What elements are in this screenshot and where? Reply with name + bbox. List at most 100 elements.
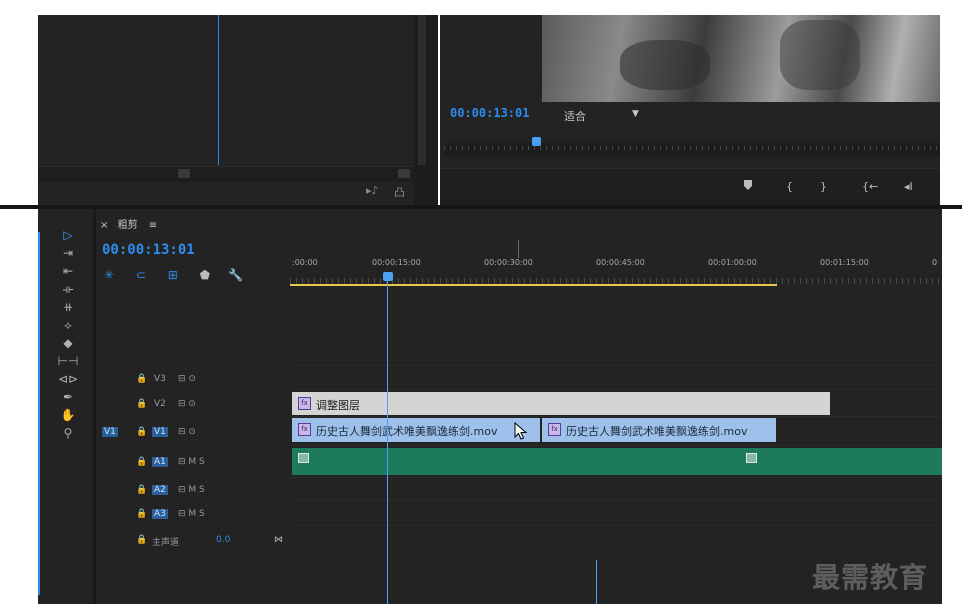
zoom-tool-icon[interactable]: ⚲ bbox=[51, 426, 85, 443]
step-back-icon[interactable]: ◂I bbox=[904, 180, 913, 193]
track-toggles[interactable]: ⊟ ⊙ bbox=[178, 374, 196, 384]
track-name[interactable]: A3 bbox=[152, 509, 168, 519]
ruler-label: 00:00:15:00 bbox=[372, 258, 421, 267]
rolling-edit-tool-icon[interactable]: ⟛ bbox=[51, 282, 85, 299]
track-name[interactable]: A2 bbox=[152, 485, 168, 495]
source-scrollbar-thumb[interactable] bbox=[178, 169, 190, 178]
clip-label: 调整图层 bbox=[316, 399, 360, 412]
marker-icon[interactable]: ⬟ bbox=[200, 268, 210, 282]
go-to-in-icon[interactable]: {← bbox=[862, 180, 878, 193]
track-header-master[interactable]: 🔒 主声道 0.0 ⋈ bbox=[96, 531, 290, 551]
slide-tool-alt-icon[interactable]: ⊲⊳ bbox=[51, 372, 85, 389]
lock-icon[interactable]: 🔒 bbox=[136, 509, 147, 519]
program-video-frame bbox=[542, 15, 940, 102]
selection-tool-icon[interactable]: ▷ bbox=[51, 228, 85, 245]
mouse-cursor-icon bbox=[514, 421, 528, 443]
tools-panel-focus-line bbox=[38, 232, 40, 595]
program-ruler-ticks bbox=[444, 146, 940, 150]
pen-tool-icon[interactable]: ✒ bbox=[51, 390, 85, 407]
clip-label: 历史古人舞剑武术唯美飘逸练剑.mov bbox=[316, 425, 498, 438]
mark-in-icon[interactable]: { bbox=[786, 180, 793, 193]
adjustment-layer-clip[interactable]: fx 调整图层 bbox=[292, 392, 830, 415]
ripple-edit-tool-icon[interactable]: ⇤ bbox=[51, 264, 85, 281]
fx-badge-icon: fx bbox=[548, 423, 561, 436]
track-header-a2[interactable]: 🔒 A2 ⊟ M S bbox=[96, 481, 290, 501]
close-icon[interactable]: × bbox=[100, 220, 108, 231]
track-name[interactable]: V2 bbox=[154, 399, 166, 409]
end-icon[interactable]: ⋈ bbox=[274, 535, 283, 545]
ruler-label: 00:01:15:00 bbox=[820, 258, 869, 267]
lock-icon[interactable]: 🔒 bbox=[136, 427, 147, 437]
track-header-a3[interactable]: 🔒 A3 ⊟ M S bbox=[96, 505, 290, 525]
timeline-timecode[interactable]: 00:00:13:01 bbox=[102, 242, 195, 258]
slip-tool-icon[interactable]: ◆ bbox=[51, 336, 85, 353]
source-playhead-line bbox=[218, 15, 219, 165]
add-edit-icon[interactable]: ⊞ bbox=[168, 268, 178, 282]
master-volume-value[interactable]: 0.0 bbox=[216, 535, 230, 545]
track-header-v2[interactable]: 🔒 V2 ⊟ ⊙ bbox=[96, 395, 290, 415]
fx-badge-icon: fx bbox=[298, 423, 311, 436]
audio-fx-badge-icon bbox=[298, 453, 309, 463]
source-scrollbar-thumb-right[interactable] bbox=[398, 169, 410, 178]
video-shape bbox=[620, 40, 710, 90]
ruler-label: 00:00:30:00 bbox=[484, 258, 533, 267]
video-shape bbox=[780, 20, 860, 90]
track-toggles[interactable]: ⊟ ⊙ bbox=[178, 399, 196, 409]
add-marker-icon[interactable] bbox=[744, 180, 752, 190]
rate-stretch-tool-icon[interactable]: ⧺ bbox=[51, 300, 85, 317]
track-toggles[interactable]: ⊟ M S bbox=[178, 509, 205, 519]
insert-icon[interactable]: 凸 bbox=[394, 184, 405, 200]
track-toggles[interactable]: ⊟ M S bbox=[178, 485, 205, 495]
work-area-bar[interactable] bbox=[290, 284, 777, 286]
panel-divider-grip bbox=[418, 15, 426, 165]
mark-out-icon[interactable]: } bbox=[820, 180, 827, 193]
track-header-v1[interactable]: V1 🔒 V1 ⊟ ⊙ bbox=[96, 423, 290, 443]
track-select-tool-icon[interactable]: ⇥ bbox=[51, 246, 85, 263]
track-name[interactable]: A1 bbox=[152, 457, 168, 467]
ruler-label: 00:01:00:00 bbox=[708, 258, 757, 267]
timeline-toolbar: ✳ ⊂ ⊞ ⬟ 🔧 bbox=[104, 268, 243, 282]
fit-dropdown[interactable]: 适合 bbox=[564, 108, 586, 124]
edit-line bbox=[596, 560, 597, 604]
audio-clip[interactable] bbox=[292, 448, 942, 475]
timeline-tab[interactable]: × 粗剪 ≡ bbox=[100, 216, 157, 231]
watermark: 最需教育 bbox=[812, 561, 929, 594]
clip-label: 历史古人舞剑武术唯美飘逸练剑.mov bbox=[566, 425, 748, 438]
timeline-playhead[interactable] bbox=[383, 272, 393, 281]
source-scrollbar[interactable] bbox=[38, 166, 432, 182]
track-name[interactable]: V1 bbox=[152, 427, 168, 437]
export-frame-icon[interactable]: ▸♪ bbox=[366, 184, 379, 197]
track-name[interactable]: V3 bbox=[154, 374, 166, 384]
video-clip-2[interactable]: fx 历史古人舞剑武术唯美飘逸练剑.mov bbox=[542, 418, 776, 442]
track-header-v3[interactable]: 🔒 V3 ⊟ ⊙ bbox=[96, 370, 290, 390]
track-toggles[interactable]: ⊟ M S bbox=[178, 457, 205, 467]
ruler-label: :00:00 bbox=[292, 258, 318, 267]
lock-icon[interactable]: 🔒 bbox=[136, 535, 147, 545]
lock-icon[interactable]: 🔒 bbox=[136, 457, 147, 467]
timeline-playhead-line bbox=[387, 281, 388, 604]
ruler-label: 0 bbox=[932, 258, 938, 267]
track-header-a1[interactable]: 🔒 A1 ⊟ M S bbox=[96, 453, 290, 473]
lock-icon[interactable]: 🔒 bbox=[136, 399, 147, 409]
hand-tool-icon[interactable]: ✋ bbox=[51, 408, 85, 425]
program-playhead[interactable] bbox=[532, 137, 541, 146]
program-timecode[interactable]: 00:00:13:01 bbox=[450, 106, 529, 120]
master-track-label: 主声道 bbox=[152, 538, 180, 548]
wrench-icon[interactable]: 🔧 bbox=[228, 268, 243, 282]
snap-icon[interactable]: ✳ bbox=[104, 268, 114, 282]
panel-menu-icon[interactable]: ≡ bbox=[149, 220, 157, 231]
ruler-label: 00:00:45:00 bbox=[596, 258, 645, 267]
source-patch-v1[interactable]: V1 bbox=[102, 427, 118, 437]
linked-selection-icon[interactable]: ⊂ bbox=[136, 268, 146, 282]
slide-tool-icon[interactable]: ⊢⊣ bbox=[51, 354, 85, 371]
chevron-down-icon[interactable]: ▼ bbox=[632, 109, 639, 119]
video-clip-1[interactable]: fx 历史古人舞剑武术唯美飘逸练剑.mov bbox=[292, 418, 540, 442]
lock-icon[interactable]: 🔒 bbox=[136, 374, 147, 384]
fx-badge-icon: fx bbox=[298, 397, 311, 410]
ruler-marker-line bbox=[518, 240, 519, 258]
razor-tool-icon[interactable]: ⟡ bbox=[51, 318, 85, 335]
audio-fx-badge-icon bbox=[746, 453, 757, 463]
timeline-tab-label[interactable]: 粗剪 bbox=[118, 220, 138, 231]
track-toggles[interactable]: ⊟ ⊙ bbox=[178, 427, 196, 437]
lock-icon[interactable]: 🔒 bbox=[136, 485, 147, 495]
